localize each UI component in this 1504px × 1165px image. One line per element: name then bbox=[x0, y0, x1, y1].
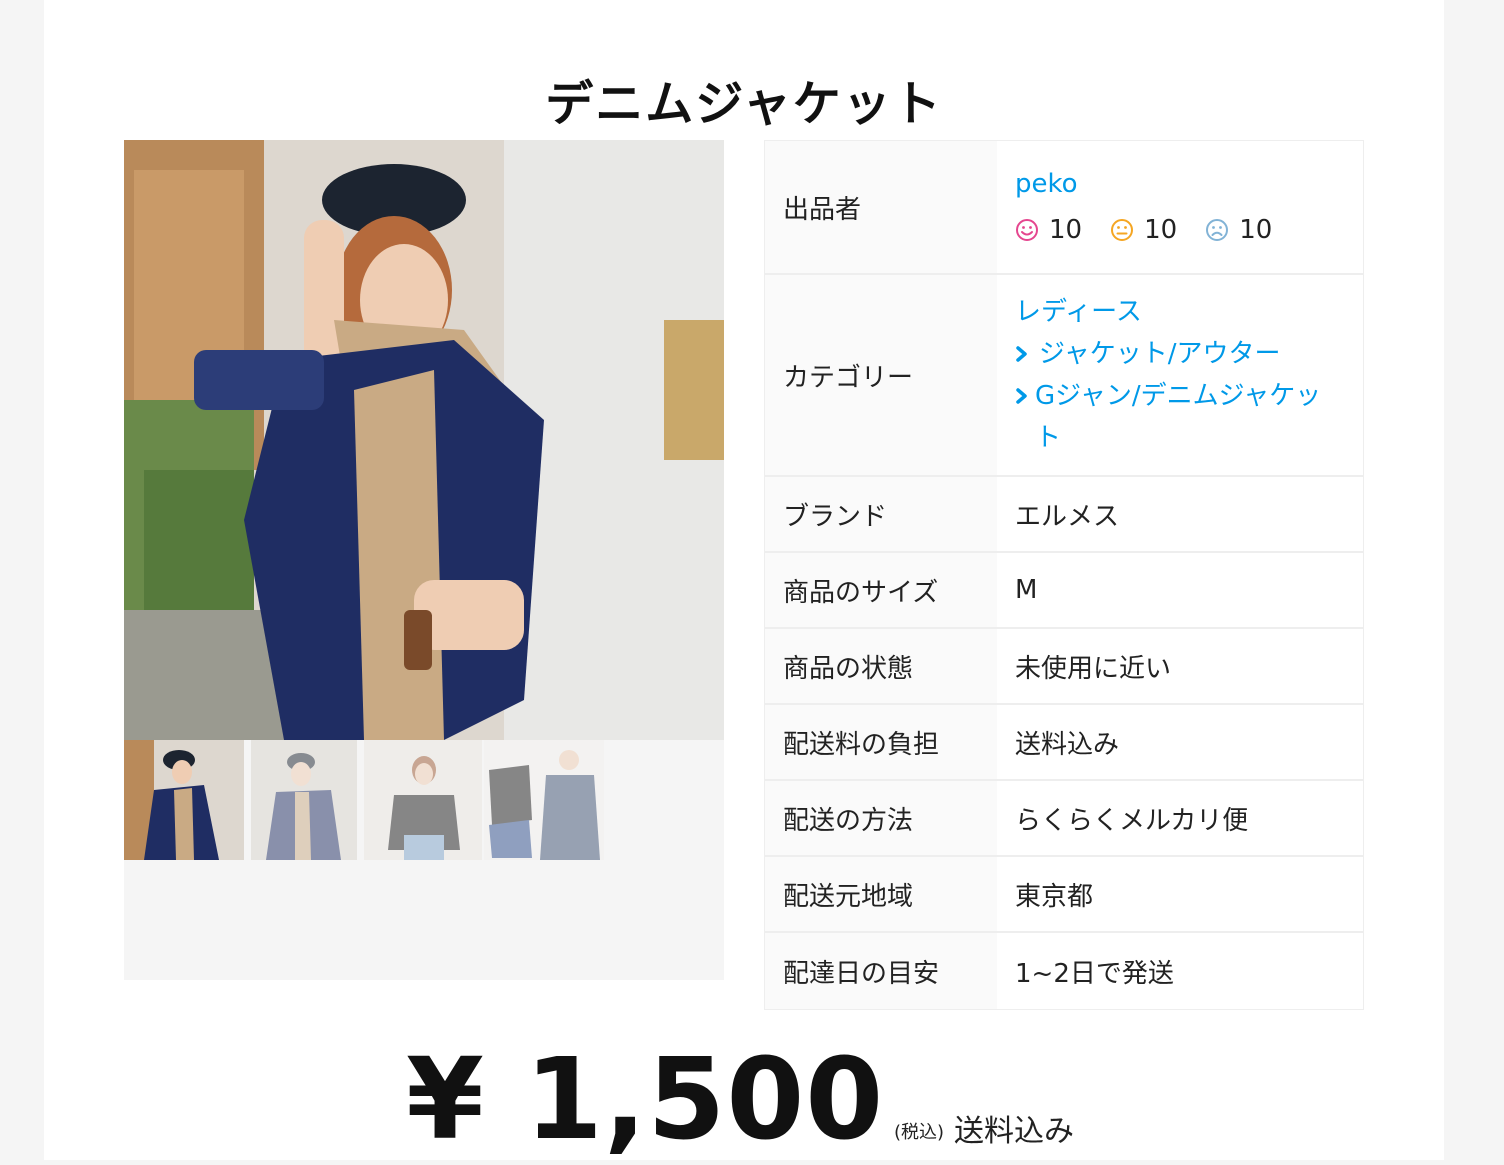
thumbnail-2[interactable] bbox=[251, 740, 357, 860]
brand-value: エルメス bbox=[997, 477, 1363, 551]
category-row: カテゴリー レディース ジャケット/アウター Gジャン/デニムジャケット bbox=[765, 275, 1363, 477]
shipping-fee-value: 送料込み bbox=[997, 705, 1363, 779]
shipping-fee-label: 配送料の負担 bbox=[765, 705, 997, 779]
photo-gallery bbox=[124, 140, 724, 980]
price-amount: ¥ 1,500 bbox=[406, 1035, 885, 1165]
shipping-method-label: 配送の方法 bbox=[765, 781, 997, 855]
thumbnail-strip bbox=[124, 740, 604, 860]
seller-name-link[interactable]: peko bbox=[1015, 169, 1078, 199]
item-details-table: 出品者 peko 10 10 10 カテゴリー レディース ジャケット/アウター… bbox=[764, 140, 1364, 1010]
rating-good: 10 bbox=[1015, 215, 1082, 245]
seller-cell: peko 10 10 10 bbox=[997, 141, 1363, 273]
shipping-method-value: らくらくメルカリ便 bbox=[997, 781, 1363, 855]
brand-row: ブランド エルメス bbox=[765, 477, 1363, 553]
brand-label: ブランド bbox=[765, 477, 997, 551]
denim-jacket-photo bbox=[124, 140, 724, 740]
seller-label: 出品者 bbox=[765, 141, 997, 273]
tax-note: (税込) bbox=[894, 1122, 945, 1143]
size-row: 商品のサイズ M bbox=[765, 553, 1363, 629]
thumbnail-1[interactable] bbox=[124, 740, 244, 860]
shipping-note: 送料込み bbox=[954, 1114, 1074, 1149]
shipping-method-row: 配送の方法 らくらくメルカリ便 bbox=[765, 781, 1363, 857]
rating-normal: 10 bbox=[1110, 215, 1177, 245]
rating-normal-count: 10 bbox=[1144, 215, 1178, 245]
shipping-fee-row: 配送料の負担 送料込み bbox=[765, 705, 1363, 781]
category-cell: レディース ジャケット/アウター Gジャン/デニムジャケット bbox=[997, 275, 1363, 475]
neutral-face-icon bbox=[1111, 219, 1134, 241]
condition-label: 商品の状態 bbox=[765, 629, 997, 703]
thumbnail-4[interactable] bbox=[484, 740, 604, 860]
rating-bad: 10 bbox=[1205, 215, 1272, 245]
size-label: 商品のサイズ bbox=[765, 553, 997, 627]
thumbnail-3[interactable] bbox=[364, 740, 482, 860]
condition-value: 未使用に近い bbox=[997, 629, 1363, 703]
category-link-denim-jacket[interactable]: Gジャン/デニムジャケット bbox=[1035, 375, 1345, 459]
price-area: ¥ 1,500 bbox=[44, 1040, 1444, 1160]
condition-row: 商品の状態 未使用に近い bbox=[765, 629, 1363, 705]
ship-from-value: 東京都 bbox=[997, 857, 1363, 931]
chevron-right-icon bbox=[1015, 333, 1031, 375]
item-title: デニムジャケット bbox=[545, 76, 943, 133]
category-link-ladies[interactable]: レディース bbox=[1015, 297, 1142, 327]
smile-face-icon bbox=[1016, 219, 1038, 241]
chevron-right-icon bbox=[1015, 375, 1031, 459]
rating-bad-count: 10 bbox=[1239, 215, 1273, 245]
seller-ratings: 10 10 10 bbox=[1015, 215, 1345, 245]
ship-days-label: 配達日の目安 bbox=[765, 933, 997, 1009]
ship-days-row: 配達日の目安 1~2日で発送 bbox=[765, 933, 1363, 1009]
item-card: デニムジャケット 出品者 peko 10 10 10 カテゴリー レディース ジ… bbox=[44, 0, 1444, 1160]
ship-from-row: 配送元地域 東京都 bbox=[765, 857, 1363, 933]
rating-good-count: 10 bbox=[1049, 215, 1083, 245]
size-value: M bbox=[997, 553, 1363, 627]
seller-row: 出品者 peko 10 10 10 bbox=[765, 141, 1363, 275]
category-label: カテゴリー bbox=[765, 275, 997, 475]
ship-from-label: 配送元地域 bbox=[765, 857, 997, 931]
sad-face-icon bbox=[1206, 219, 1229, 241]
ship-days-value: 1~2日で発送 bbox=[997, 933, 1363, 1009]
category-link-jacket-outer[interactable]: ジャケット/アウター bbox=[1039, 339, 1280, 369]
main-product-photo[interactable] bbox=[124, 140, 724, 740]
